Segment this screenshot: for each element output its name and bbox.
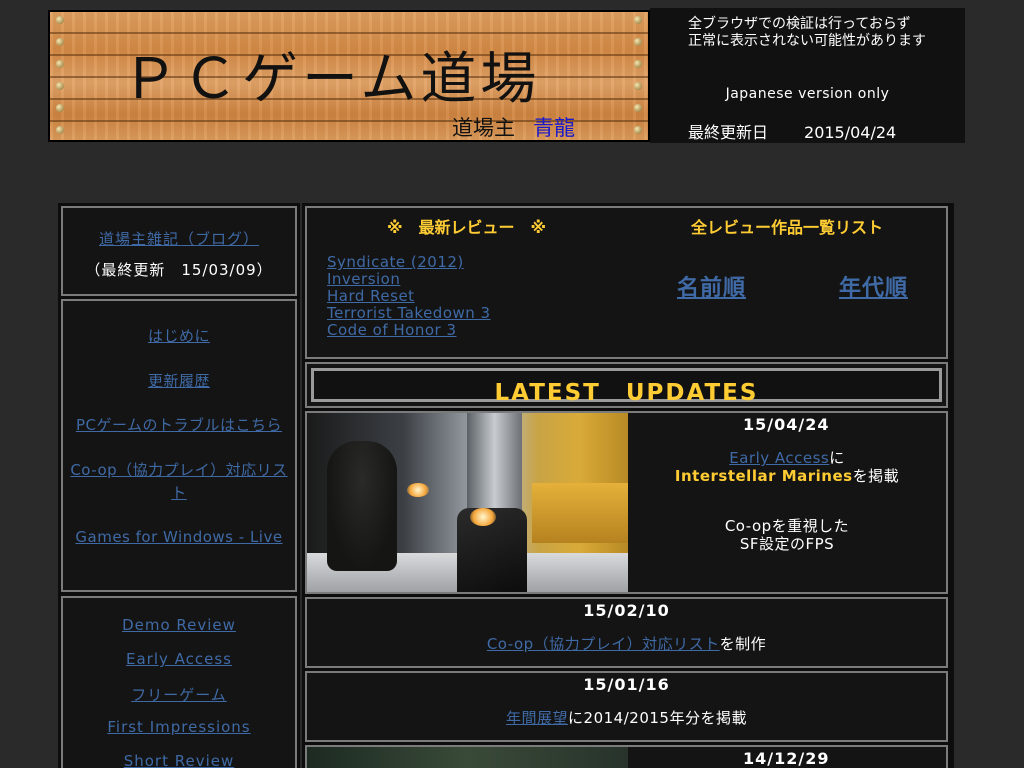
blog-panel: 道場主雑記（ブログ） （最終更新 15/03/09）: [61, 206, 297, 296]
nail-icon: [634, 104, 642, 112]
nail-icon: [634, 60, 642, 68]
list-item: Terrorist Takedown 3: [327, 305, 491, 322]
early-access-link[interactable]: Early Access: [729, 449, 829, 467]
sort-by-year-link[interactable]: 年代順: [839, 270, 908, 302]
nav-update-history[interactable]: 更新履歴: [63, 370, 295, 393]
update-text: Early Accessに Interstellar Marinesを掲載: [628, 449, 946, 485]
nav-first-impressions[interactable]: First Impressions: [63, 718, 295, 736]
all-reviews-heading: 全レビュー作品一覧リスト: [691, 218, 884, 237]
last-updated: 最終更新日 2015/04/24: [688, 119, 896, 143]
u1-flash: [407, 483, 429, 497]
nail-icon: [634, 16, 642, 24]
last-updated-date: 2015/04/24: [804, 123, 897, 142]
update-entry: 15/04/24 Early Accessに Interstellar Mari…: [305, 411, 948, 594]
update-screenshot[interactable]: [307, 747, 628, 768]
update-date: 15/01/16: [583, 675, 670, 694]
nav-coop-list[interactable]: Co-op（協力プレイ）対応リスト: [63, 459, 295, 505]
latest-updates-frame: LATEST UPDATES: [311, 368, 942, 406]
u1-flash2: [470, 508, 496, 526]
list-item: Code of Honor 3: [327, 322, 491, 339]
latest-updates-banner: LATEST UPDATES: [305, 362, 948, 408]
notice-line-2: 正常に表示されない可能性があります: [688, 33, 926, 49]
latest-updates-title: LATEST UPDATES: [494, 380, 759, 406]
nail-icon: [56, 104, 64, 112]
compatibility-notice: 全ブラウザでの検証は行っておらず 正常に表示されない可能性があります: [688, 16, 926, 50]
nail-icon: [56, 38, 64, 46]
nav-troubleshooting[interactable]: PCゲームのトラブルはこちら: [63, 414, 295, 437]
review-link[interactable]: Terrorist Takedown 3: [327, 304, 491, 322]
sort-by-name-link[interactable]: 名前順: [677, 270, 746, 302]
site-title: ＰＣゲーム道場: [122, 47, 541, 112]
nail-icon: [634, 82, 642, 90]
annual-outlook-link[interactable]: 年間展望: [506, 709, 568, 727]
notice-line-1: 全ブラウザでの検証は行っておらず: [688, 16, 911, 32]
span: に2014/2015年分を掲載: [568, 709, 747, 727]
review-link[interactable]: Inversion: [327, 270, 400, 288]
notice-box: 全ブラウザでの検証は行っておらず 正常に表示されない可能性があります Japan…: [650, 8, 965, 143]
update-entry: 15/01/16 年間展望に2014/2015年分を掲載: [305, 671, 948, 742]
site-banner: ＰＣゲーム道場 道場主 青龍: [48, 10, 650, 142]
update-entry: 14/12/29: [305, 745, 948, 768]
u1-soldier: [327, 441, 397, 571]
span: を制作: [719, 635, 767, 653]
game-title: Interstellar Marines: [674, 467, 853, 485]
nail-icon: [56, 16, 64, 24]
u1-stripe: [532, 483, 628, 543]
review-link[interactable]: Hard Reset: [327, 287, 415, 305]
update-date: 14/12/29: [743, 749, 830, 768]
nail-icon: [634, 126, 642, 134]
update-entry: 15/02/10 Co-op（協力プレイ）対応リストを制作: [305, 597, 948, 668]
update-date: 15/02/10: [583, 601, 670, 620]
review-link[interactable]: Code of Honor 3: [327, 321, 457, 339]
nav-introduction[interactable]: はじめに: [63, 325, 295, 348]
nav-demo-review[interactable]: Demo Review: [63, 616, 295, 634]
span: SF設定のFPS: [739, 535, 835, 553]
coop-list-link[interactable]: Co-op（協力プレイ）対応リスト: [487, 635, 720, 653]
update-text: 年間展望に2014/2015年分を掲載: [307, 709, 946, 727]
category-nav: Demo Review Early Access フリーゲーム First Im…: [61, 596, 297, 768]
nav-games-for-windows-live[interactable]: Games for Windows - Live: [63, 526, 295, 549]
list-item: Syndicate (2012): [327, 254, 491, 271]
nav-early-access[interactable]: Early Access: [63, 650, 295, 668]
blog-link[interactable]: 道場主雑記（ブログ）: [63, 228, 295, 249]
span: Co-opを重視した: [724, 517, 850, 535]
update-description: Co-opを重視した SF設定のFPS: [628, 517, 946, 553]
nav-short-review[interactable]: Short Review: [63, 752, 295, 768]
blog-last-updated: （最終更新 15/03/09）: [85, 261, 273, 279]
nail-icon: [56, 82, 64, 90]
update-text: Co-op（協力プレイ）対応リストを制作: [307, 635, 946, 653]
interstellar-marines-screenshot[interactable]: [307, 413, 628, 592]
review-panel: ※ 最新レビュー ※ 全レビュー作品一覧リスト Syndicate (2012)…: [305, 206, 948, 359]
list-item: Inversion: [327, 271, 491, 288]
latest-reviews-list: Syndicate (2012) Inversion Hard Reset Te…: [327, 254, 491, 339]
update-date: 15/04/24: [743, 415, 830, 434]
review-link[interactable]: Syndicate (2012): [327, 253, 464, 271]
nail-icon: [56, 126, 64, 134]
span: を掲載: [852, 467, 900, 485]
last-updated-label: 最終更新日: [688, 123, 769, 142]
span: に: [829, 449, 845, 467]
owner-line: 道場主 青龍: [452, 112, 575, 140]
nail-icon: [56, 60, 64, 68]
language-note: Japanese version only: [725, 86, 890, 102]
latest-reviews-heading: ※ 最新レビュー ※: [387, 218, 547, 237]
owner-label: 道場主: [452, 116, 515, 140]
owner-name: 青龍: [533, 116, 575, 140]
nail-icon: [634, 38, 642, 46]
nav-free-games[interactable]: フリーゲーム: [63, 684, 295, 705]
list-item: Hard Reset: [327, 288, 491, 305]
main-nav: はじめに 更新履歴 PCゲームのトラブルはこちら Co-op（協力プレイ）対応リ…: [61, 299, 297, 592]
